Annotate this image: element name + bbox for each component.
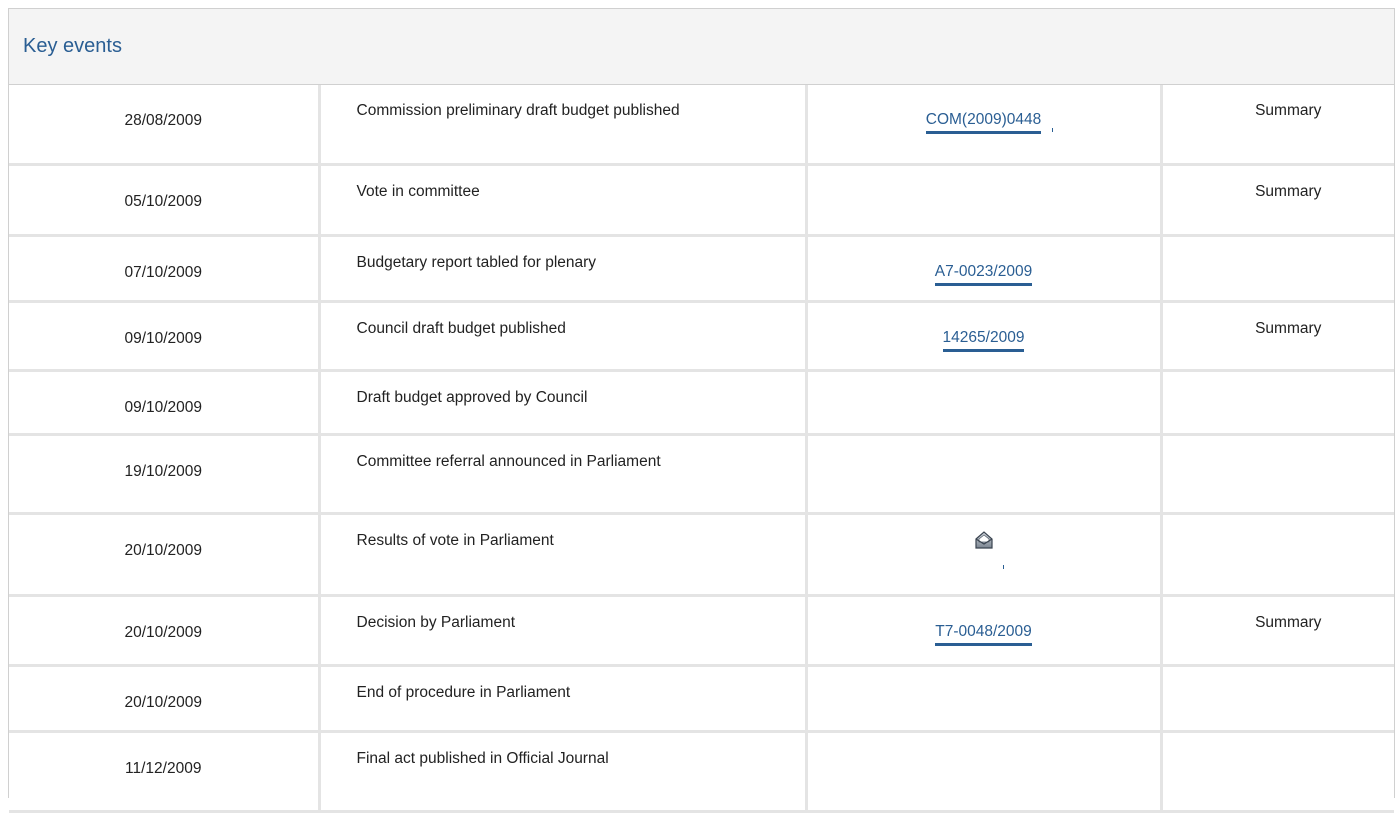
event-date-cell: 19/10/2009: [9, 434, 321, 515]
event-reference-cell: [806, 513, 1163, 597]
event-name-cell: Draft budget approved by Council: [319, 370, 808, 436]
table-row: 20/10/2009 Decision by Parliament T7-004…: [9, 595, 1394, 667]
event-date: 20/10/2009: [124, 541, 203, 559]
table-row: 20/10/2009 End of procedure in Parliamen…: [9, 665, 1394, 733]
event-date: 20/10/2009: [124, 623, 203, 641]
key-events-table: 28/08/2009 Commission preliminary draft …: [9, 85, 1394, 813]
event-reference-cell: 14265/2009: [806, 301, 1163, 372]
event-date: 09/10/2009: [124, 398, 203, 416]
reference-link[interactable]: A7-0023/2009: [934, 262, 1033, 286]
summary-label: Summary: [1255, 182, 1322, 200]
event-name-cell: Decision by Parliament: [319, 595, 808, 667]
event-date: 07/10/2009: [124, 263, 203, 281]
event-date: 09/10/2009: [124, 329, 203, 347]
event-name: Final act published in Official Journal: [356, 749, 609, 767]
event-reference-cell: [806, 164, 1163, 237]
event-name-cell: Vote in committee: [319, 164, 808, 237]
vote-results-icon[interactable]: [974, 530, 994, 557]
summary-label: Summary: [1255, 319, 1322, 337]
event-reference-cell: [806, 434, 1163, 515]
event-date: 20/10/2009: [124, 693, 203, 711]
event-name: Budgetary report tabled for plenary: [356, 253, 597, 271]
event-name: Decision by Parliament: [356, 613, 516, 631]
event-name: Vote in committee: [356, 182, 480, 200]
event-reference-cell: [806, 370, 1163, 436]
event-reference-cell: [806, 731, 1163, 813]
table-row: 19/10/2009 Committee referral announced …: [9, 434, 1394, 515]
event-date: 05/10/2009: [124, 192, 203, 210]
event-date-cell: 05/10/2009: [9, 164, 321, 237]
table-row: 11/12/2009 Final act published in Offici…: [9, 731, 1394, 813]
summary-cell: Summary: [1161, 595, 1394, 667]
summary-cell: [1161, 513, 1394, 597]
event-name: End of procedure in Parliament: [356, 683, 571, 701]
event-name-cell: Council draft budget published: [319, 301, 808, 372]
summary-label: Summary: [1255, 102, 1322, 119]
key-events-panel: Key events 28/08/2009 Commission prelimi…: [8, 8, 1395, 813]
table-row: 07/10/2009 Budgetary report tabled for p…: [9, 235, 1394, 303]
summary-label: Summary: [1255, 613, 1322, 631]
event-date-cell: 09/10/2009: [9, 301, 321, 372]
event-name-cell: Final act published in Official Journal: [319, 731, 808, 813]
event-name-cell: Commission preliminary draft budget publ…: [319, 85, 808, 166]
reference-link[interactable]: T7-0048/2009: [935, 622, 1032, 646]
panel-header: Key events: [9, 9, 1394, 85]
event-date-cell: 28/08/2009: [9, 85, 321, 166]
event-date-cell: 07/10/2009: [9, 235, 321, 303]
reference-link[interactable]: 14265/2009: [942, 328, 1025, 352]
event-name: Committee referral announced in Parliame…: [356, 452, 661, 470]
table-row: 28/08/2009 Commission preliminary draft …: [9, 85, 1394, 166]
summary-cell: Summary: [1161, 301, 1394, 372]
event-date: 28/08/2009: [124, 112, 203, 129]
summary-cell: Summary: [1161, 164, 1394, 237]
event-date-cell: 20/10/2009: [9, 665, 321, 733]
reference-link[interactable]: COM(2009)0448: [925, 110, 1042, 134]
event-name-cell: End of procedure in Parliament: [319, 665, 808, 733]
event-name: Results of vote in Parliament: [356, 531, 554, 549]
event-name: Draft budget approved by Council: [356, 388, 588, 406]
event-name-cell: Committee referral announced in Parliame…: [319, 434, 808, 515]
summary-cell: [1161, 665, 1394, 733]
event-date-cell: 09/10/2009: [9, 370, 321, 436]
event-reference-cell: COM(2009)0448: [806, 85, 1163, 166]
event-reference-cell: T7-0048/2009: [806, 595, 1163, 667]
event-date: 19/10/2009: [124, 462, 203, 480]
summary-cell: [1161, 434, 1394, 515]
table-row: 09/10/2009 Council draft budget publishe…: [9, 301, 1394, 372]
panel-title: Key events: [23, 35, 122, 57]
event-name-cell: Budgetary report tabled for plenary: [319, 235, 808, 303]
event-date: 11/12/2009: [125, 759, 202, 777]
event-date-cell: 11/12/2009: [9, 731, 321, 813]
summary-cell: Summary: [1161, 85, 1394, 166]
summary-cell: [1161, 235, 1394, 303]
table-row: 09/10/2009 Draft budget approved by Coun…: [9, 370, 1394, 436]
event-reference-cell: [806, 665, 1163, 733]
event-name-cell: Results of vote in Parliament: [319, 513, 808, 597]
summary-cell: [1161, 370, 1394, 436]
table-row: 05/10/2009 Vote in committee Summary: [9, 164, 1394, 237]
event-name: Commission preliminary draft budget publ…: [356, 102, 680, 119]
summary-cell: [1161, 731, 1394, 813]
event-name: Council draft budget published: [356, 319, 566, 337]
event-date-cell: 20/10/2009: [9, 595, 321, 667]
table-row: 20/10/2009 Results of vote in Parliament: [9, 513, 1394, 597]
event-reference-cell: A7-0023/2009: [806, 235, 1163, 303]
event-date-cell: 20/10/2009: [9, 513, 321, 597]
